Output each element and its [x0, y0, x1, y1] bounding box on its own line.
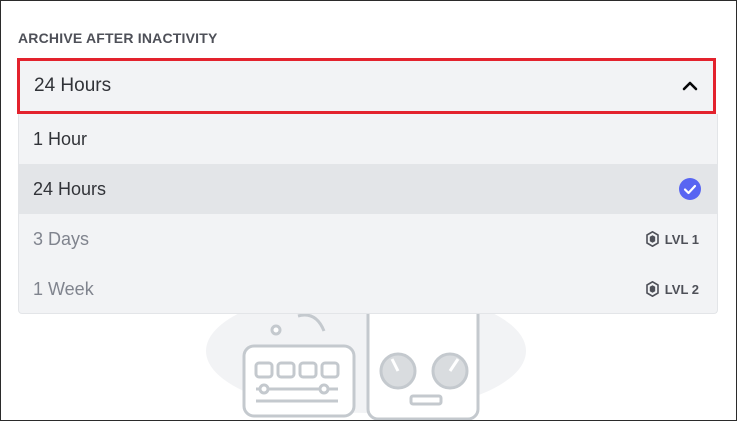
option-label: 3 Days	[33, 228, 90, 249]
selected-value: 24 Hours	[34, 75, 112, 96]
archive-section-label: ARCHIVE AFTER INACTIVITY	[18, 30, 218, 46]
option-1-week[interactable]: 1 Week LVL 2	[19, 264, 717, 313]
option-3-days[interactable]: 3 Days LVL 1	[19, 214, 717, 264]
thread-settings-panel: ARCHIVE AFTER INACTIVITY 24 Hours 1 Hour…	[0, 0, 737, 421]
option-24-hours[interactable]: 24 Hours	[19, 164, 717, 214]
boost-gem-icon	[645, 231, 659, 247]
boost-level-text: LVL 2	[664, 281, 699, 297]
chevron-up-icon[interactable]	[681, 77, 699, 95]
option-label: 24 Hours	[33, 178, 107, 199]
archive-duration-select[interactable]: 24 Hours	[17, 58, 716, 114]
boost-level-text: LVL 1	[664, 231, 699, 247]
option-label: 1 Hour	[33, 128, 88, 149]
option-1-hour[interactable]: 1 Hour	[19, 114, 717, 164]
check-circle-icon	[679, 178, 701, 200]
boost-level-badge: LVL 1	[645, 231, 699, 247]
archive-duration-menu: 1 Hour 24 Hours 3 Days LVL 1 1 Week LVL …	[18, 114, 718, 314]
boost-gem-icon	[645, 281, 659, 297]
boost-level-badge: LVL 2	[645, 281, 699, 297]
option-label: 1 Week	[33, 278, 94, 299]
